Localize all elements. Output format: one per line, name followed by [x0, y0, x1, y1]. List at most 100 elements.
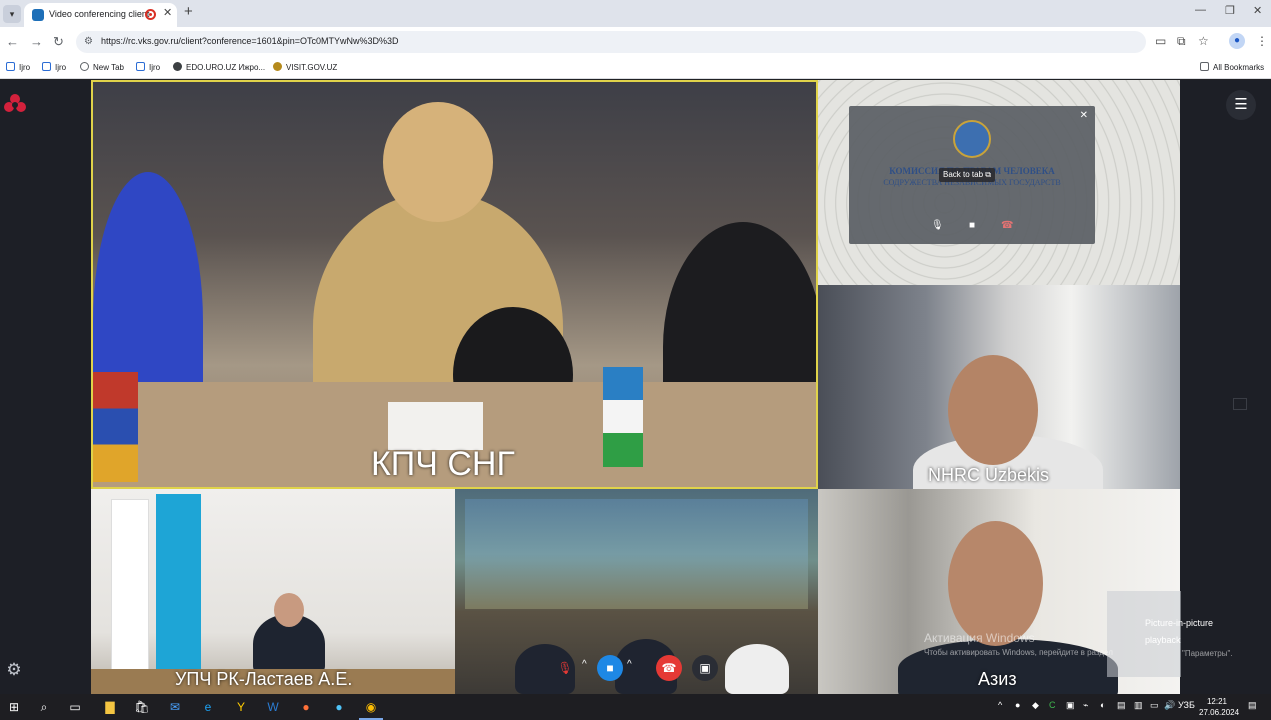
mail-icon[interactable]: ✉ — [166, 698, 184, 716]
mic-off-icon[interactable]: 🎙 — [552, 655, 578, 681]
participant-head — [274, 593, 304, 627]
browser-toolbar: ← → ↻ ⚙ https://rc.vks.gov.ru/client?con… — [0, 27, 1271, 57]
pip-close-icon[interactable]: ✕ — [1080, 110, 1088, 121]
hangup-icon[interactable]: ☎ — [656, 655, 682, 681]
ijro-icon — [6, 62, 15, 71]
flag — [603, 367, 643, 467]
participant-label: УПЧ РК-Ластаев А.Е. — [175, 669, 353, 689]
bookmark-visit-gov[interactable]: VISIT.GOV.UZ — [273, 62, 337, 72]
flag — [156, 494, 201, 684]
restore-icon[interactable]: ❐ — [1225, 4, 1235, 17]
info-icon — [173, 62, 182, 71]
yandex-icon[interactable]: Y — [232, 698, 250, 716]
volume-icon[interactable]: 🔊 — [1164, 700, 1175, 711]
call-controls: 🎙 ^ ■ ^ ☎ ▣ — [548, 653, 724, 683]
windows-activation-watermark: Активация Windows — [924, 631, 1035, 645]
bookmark-ijro-1[interactable]: Ijro — [6, 62, 30, 72]
pip-dialog: ✕ КОМИССИЯ ПО ПРАВАМ ЧЕЛОВЕКА СОДРУЖЕСТВ… — [849, 106, 1095, 244]
tab-close-icon[interactable]: ✕ — [163, 6, 172, 19]
camera-in-use-icon[interactable]: ▭ — [1155, 34, 1166, 48]
vks-favicon-icon — [32, 9, 44, 21]
window-close-icon[interactable]: ✕ — [1253, 4, 1262, 17]
address-bar[interactable]: ⚙ https://rc.vks.gov.ru/client?conferenc… — [76, 31, 1146, 53]
main-speaker-label: КПЧ СНГ — [371, 445, 515, 483]
all-bookmarks[interactable]: All Bookmarks — [1200, 62, 1264, 72]
speaker-head — [383, 102, 493, 222]
edge-icon[interactable]: e — [199, 698, 217, 716]
pip-toast-text: Picture-in-picture playback — [1145, 618, 1214, 645]
tray-app-icon[interactable]: ▣ — [1066, 700, 1075, 711]
network-icon[interactable]: ▭ — [1150, 700, 1159, 711]
ijro-icon — [136, 62, 145, 71]
tray-expand-icon[interactable]: ^ — [998, 700, 1002, 710]
bookmark-ijro-2[interactable]: Ijro — [42, 62, 66, 72]
participant-tile-rk[interactable]: УПЧ РК-Ластаев А.Е. — [91, 489, 455, 694]
file-explorer-icon[interactable]: ▇ — [101, 698, 119, 716]
banner — [111, 499, 149, 679]
tray-app-icon[interactable]: ⌁ — [1083, 700, 1088, 711]
tab-search-button[interactable]: ▾ — [3, 5, 21, 23]
tab-title: Video conferencing client — [49, 9, 150, 19]
clock-date: 27.06.2024 — [1199, 708, 1240, 717]
bookmark-edo[interactable]: EDO.URO.UZ Ижро... — [173, 62, 265, 72]
settings-gear-icon[interactable]: ⚙ — [4, 660, 24, 680]
camera-options-chevron-icon[interactable]: ^ — [627, 659, 632, 670]
participant-head — [948, 355, 1038, 465]
flag — [93, 372, 138, 482]
pip-camera-icon[interactable]: ■ — [969, 220, 975, 231]
word-icon[interactable]: W — [264, 698, 282, 716]
windows-start-icon[interactable]: ⊞ — [5, 698, 23, 716]
pip-mic-off-icon[interactable]: 🎙 — [931, 220, 944, 231]
camera-icon[interactable]: ■ — [597, 655, 623, 681]
search-icon[interactable]: ⌕ — [35, 698, 53, 716]
vpn-icon[interactable]: ● — [330, 698, 348, 716]
task-view-icon[interactable]: ▭ — [66, 698, 84, 716]
system-clock[interactable]: 12:21 27.06.2024 — [1199, 696, 1240, 718]
back-icon[interactable]: ← — [6, 34, 19, 49]
forward-icon[interactable]: → — [30, 34, 43, 49]
windows-activation-subtext: Чтобы активировать Windows, перейдите в … — [924, 648, 1113, 657]
globe-icon — [80, 62, 89, 71]
profile-avatar[interactable]: ● — [1229, 33, 1245, 49]
cast-icon[interactable]: ⧉ — [1177, 34, 1186, 49]
browser-tab[interactable]: Video conferencing client ✕ — [24, 3, 177, 27]
bookmark-ijro-3[interactable]: Ijro — [136, 62, 160, 72]
chrome-icon[interactable]: ◉ — [362, 698, 380, 716]
bookmark-star-icon[interactable]: ☆ — [1198, 34, 1209, 48]
store-icon[interactable]: 🛍 — [133, 698, 151, 716]
tray-app-icon[interactable]: ◆ — [1032, 700, 1039, 711]
mic-options-chevron-icon[interactable]: ^ — [582, 659, 587, 670]
notifications-icon[interactable]: ▤ — [1248, 700, 1257, 711]
recording-icon — [145, 9, 156, 20]
input-language[interactable]: УЗБ — [1178, 700, 1195, 710]
participant-tile-uzbekistan[interactable]: NHRC Uzbekis — [818, 285, 1180, 489]
tray-app-icon[interactable]: ▥ — [1134, 700, 1143, 711]
pip-source-tile[interactable]: ✕ КОМИССИЯ ПО ПРАВАМ ЧЕЛОВЕКА СОДРУЖЕСТВ… — [818, 80, 1180, 285]
reload-icon[interactable]: ↻ — [53, 34, 64, 50]
site-settings-icon[interactable]: ⚙ — [84, 36, 95, 47]
mural — [465, 499, 808, 609]
layout-toggle-icon[interactable] — [1233, 398, 1247, 410]
hamburger-menu-icon[interactable]: ☰ — [1226, 90, 1256, 120]
back-to-tab-button[interactable]: Back to tab ⧉ — [939, 168, 995, 182]
new-tab-button[interactable]: + — [184, 3, 193, 20]
tray-app-icon[interactable]: C — [1049, 700, 1056, 710]
pip-hangup-icon[interactable]: ☎ — [1001, 220, 1013, 231]
minimize-icon[interactable]: — — [1195, 4, 1206, 16]
cis-emblem-icon — [953, 120, 991, 158]
tray-app-icon[interactable]: ● — [1015, 700, 1020, 710]
globe-icon — [273, 62, 282, 71]
main-speaker-tile[interactable]: КПЧ СНГ — [91, 80, 818, 489]
participant-label: NHRC Uzbekis — [928, 465, 1050, 485]
bookmarks-bar: Ijro Ijro New Tab Ijro EDO.URO.UZ Ижро..… — [0, 57, 1271, 79]
name-card — [388, 402, 483, 450]
bookmark-new-tab[interactable]: New Tab — [80, 62, 124, 72]
tray-app-icon[interactable]: ▤ — [1117, 700, 1126, 711]
participant-figure — [725, 644, 789, 694]
folder-icon — [1200, 62, 1209, 71]
kebab-menu-icon[interactable]: ⋮ — [1256, 34, 1268, 48]
tray-app-icon[interactable]: ◐ — [1100, 700, 1105, 710]
screen-share-icon[interactable]: ▣ — [692, 655, 718, 681]
participant-head — [948, 521, 1043, 646]
firefox-icon[interactable]: ● — [297, 698, 315, 716]
